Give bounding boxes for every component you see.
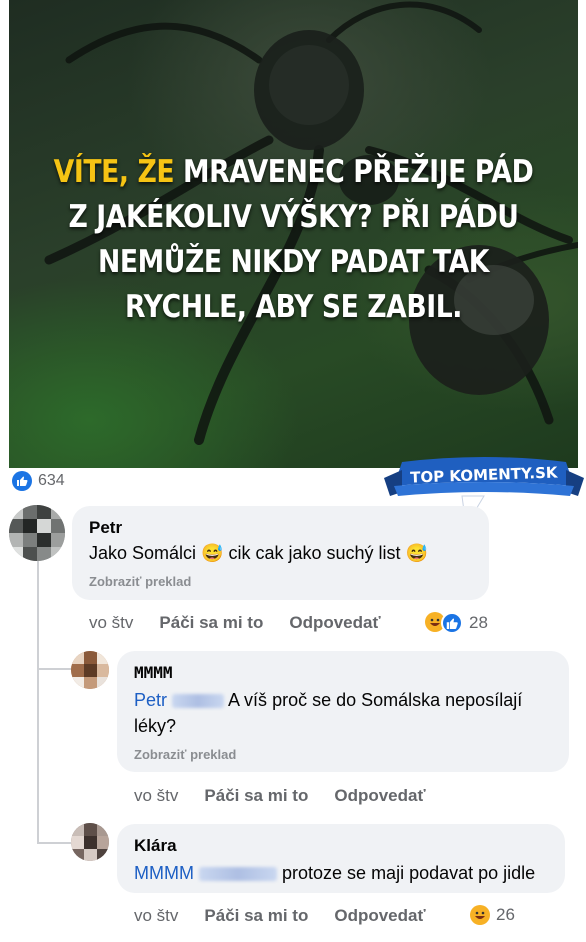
comment-actions: vo štv Páči sa mi to Odpovedať [134, 906, 426, 926]
like-icon [441, 612, 463, 634]
post-headline: VÍTE, ŽE MRAVENEC PŘEŽIJE PÁD Z JAKÉKOLI… [49, 150, 538, 330]
comment-time[interactable]: vo štv [89, 613, 133, 633]
thread-branch [37, 842, 71, 844]
comment-text-part: cik cak jako suchý list [228, 543, 401, 563]
thread-line [37, 560, 39, 844]
reaction-summary[interactable]: 634 [12, 471, 65, 491]
reply-button[interactable]: Odpovedať [334, 786, 425, 806]
grin-sweat-emoji: 😅 [201, 543, 224, 563]
blurred-name [172, 694, 225, 709]
comment-text: MMMM protoze se maji podavat po jidle [134, 860, 535, 886]
comment-author[interactable]: MMMM [134, 663, 173, 682]
thread-branch [37, 668, 71, 670]
translate-link[interactable]: Zobraziť preklad [89, 574, 191, 589]
like-count: 634 [38, 472, 65, 489]
laugh-emoji [470, 905, 490, 925]
comment-time[interactable]: vo štv [134, 906, 178, 926]
comment-text: Jako Somálci 😅 cik cak jako suchý list 😅 [89, 540, 428, 566]
translate-link[interactable]: Zobraziť preklad [134, 747, 236, 762]
comment-text-part: Jako Somálci [89, 543, 197, 563]
like-button[interactable]: Páči sa mi to [204, 906, 308, 926]
grin-sweat-emoji: 😅 [405, 543, 428, 563]
comment-text-line: léky? [134, 716, 177, 736]
like-icon [12, 471, 32, 491]
headline-highlight: VÍTE, ŽE [53, 154, 175, 190]
comment-text: Petr A víš proč se do Somálska neposílaj… [134, 687, 564, 739]
comment-text-line: A víš proč se do Somálska neposílají [228, 690, 523, 710]
reaction-summary[interactable]: 28 [425, 612, 488, 634]
comment-actions: vo štv Páči sa mi to Odpovedať [89, 613, 381, 633]
comment-time[interactable]: vo štv [134, 786, 178, 806]
blurred-name [199, 867, 277, 882]
reply-button[interactable]: Odpovedať [334, 906, 425, 926]
avatar[interactable] [71, 823, 109, 861]
mention-link[interactable]: Petr [134, 690, 167, 710]
like-button[interactable]: Páči sa mi to [159, 613, 263, 633]
reaction-count: 26 [496, 905, 515, 924]
comment-actions: vo štv Páči sa mi to Odpovedať [134, 786, 426, 806]
comment-author[interactable]: Petr [89, 518, 122, 538]
comment-text-part: protoze se maji podavat po jidle [282, 863, 536, 883]
like-button[interactable]: Páči sa mi to [204, 786, 308, 806]
comment-author[interactable]: Klára [134, 836, 177, 856]
reaction-summary[interactable]: 26 [470, 905, 515, 925]
mention-link[interactable]: MMMM [134, 863, 194, 883]
reaction-count: 28 [469, 613, 488, 632]
avatar[interactable] [71, 651, 109, 689]
post-image[interactable]: VÍTE, ŽE MRAVENEC PŘEŽIJE PÁD Z JAKÉKOLI… [9, 0, 578, 468]
avatar[interactable] [9, 505, 65, 561]
reply-button[interactable]: Odpovedať [289, 613, 380, 633]
